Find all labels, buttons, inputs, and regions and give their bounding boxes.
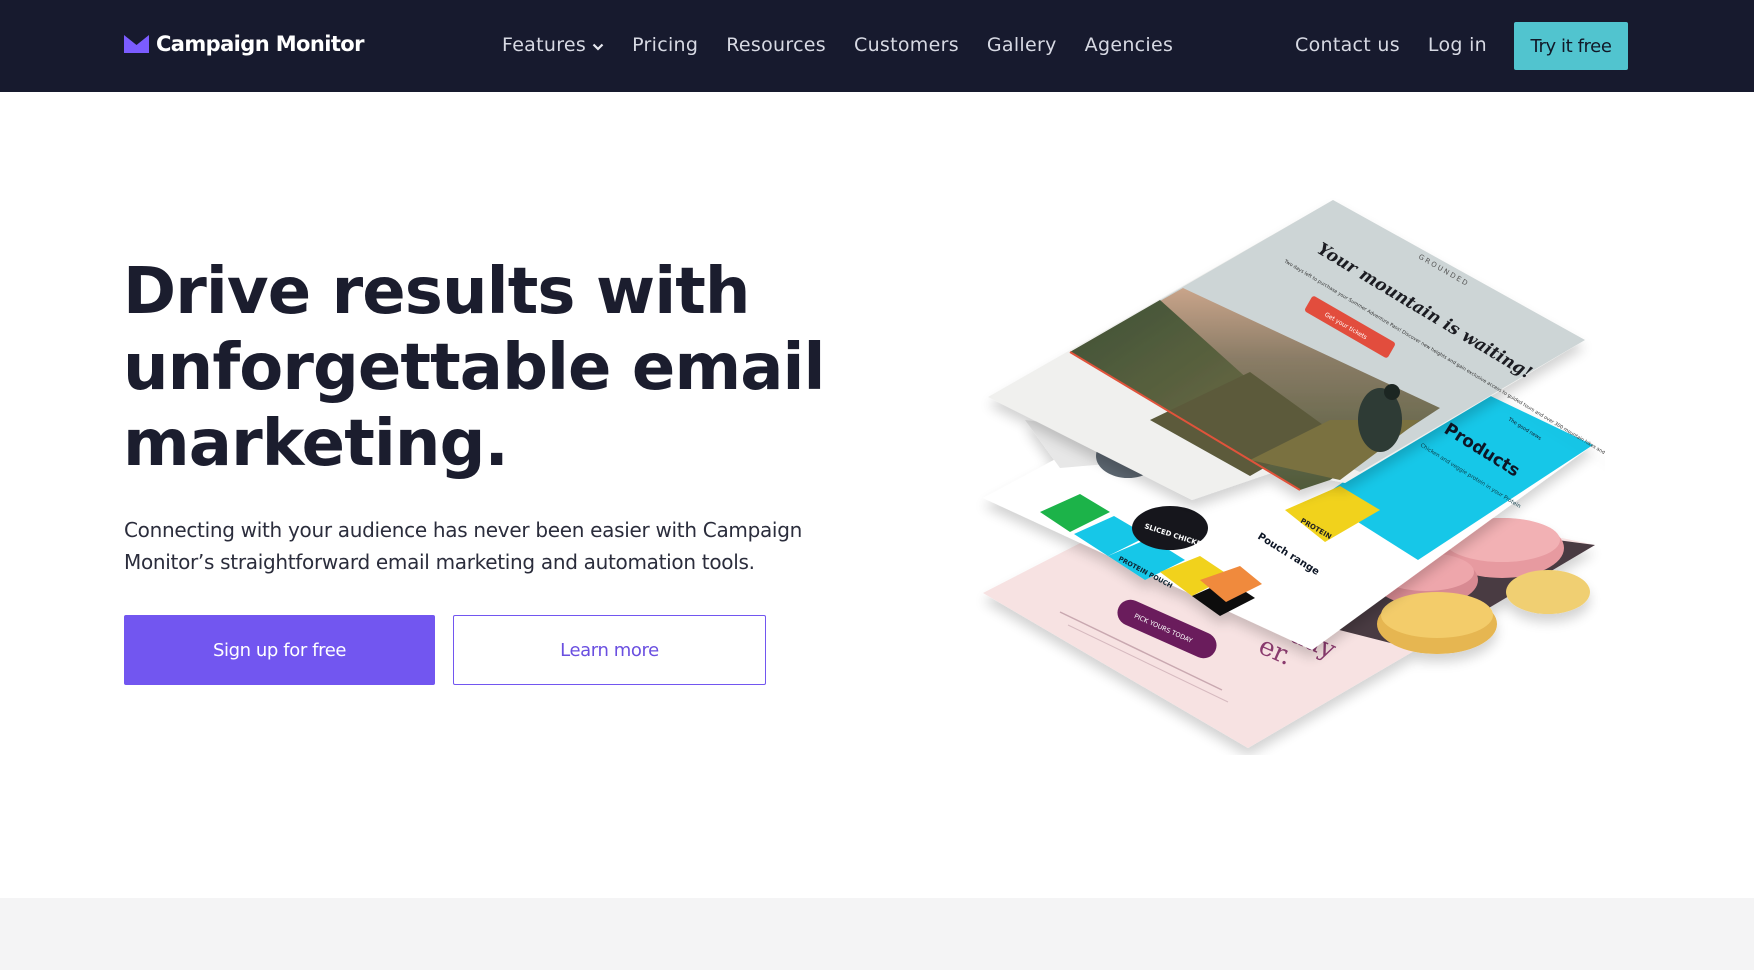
nav-item-label: Features	[502, 34, 587, 56]
learn-more-button[interactable]: Learn more	[453, 615, 766, 685]
contact-us-link[interactable]: Contact us	[1295, 34, 1400, 56]
primary-nav: Features Pricing Resources Customers Gal…	[502, 34, 1201, 56]
hero-title: Drive results with unforgettable email m…	[123, 255, 825, 481]
nav-item-resources[interactable]: Resources	[726, 34, 826, 56]
top-navigation: Campaign Monitor Features Pricing Resour…	[0, 0, 1754, 92]
nav-item-label: Resources	[726, 34, 826, 56]
nav-item-customers[interactable]: Customers	[854, 34, 959, 56]
nav-item-gallery[interactable]: Gallery	[987, 34, 1057, 56]
sign-up-button[interactable]: Sign up for free	[124, 615, 435, 685]
nav-item-agencies[interactable]: Agencies	[1085, 34, 1174, 56]
brand-logo[interactable]: Campaign Monitor	[124, 32, 364, 56]
nav-item-label: Pricing	[632, 34, 699, 56]
nav-item-label: Customers	[854, 34, 959, 56]
nav-item-features[interactable]: Features	[502, 34, 604, 56]
next-section-band	[0, 898, 1754, 970]
try-it-free-button[interactable]: Try it free	[1514, 22, 1628, 70]
brand-name: Campaign Monitor	[156, 32, 364, 56]
chevron-down-icon	[592, 43, 604, 51]
nav-item-label: Gallery	[986, 34, 1057, 56]
envelope-logo-icon	[124, 35, 149, 53]
hero-subtitle: Connecting with your audience has never …	[124, 518, 802, 574]
email-templates-illustration: day er. PICK YOURS TODAY Products The go…	[983, 200, 1605, 748]
secondary-nav: Contact us Log in	[1295, 34, 1515, 56]
log-in-link[interactable]: Log in	[1428, 34, 1487, 56]
nav-item-pricing[interactable]: Pricing	[632, 34, 698, 56]
nav-item-label: Agencies	[1084, 34, 1174, 56]
